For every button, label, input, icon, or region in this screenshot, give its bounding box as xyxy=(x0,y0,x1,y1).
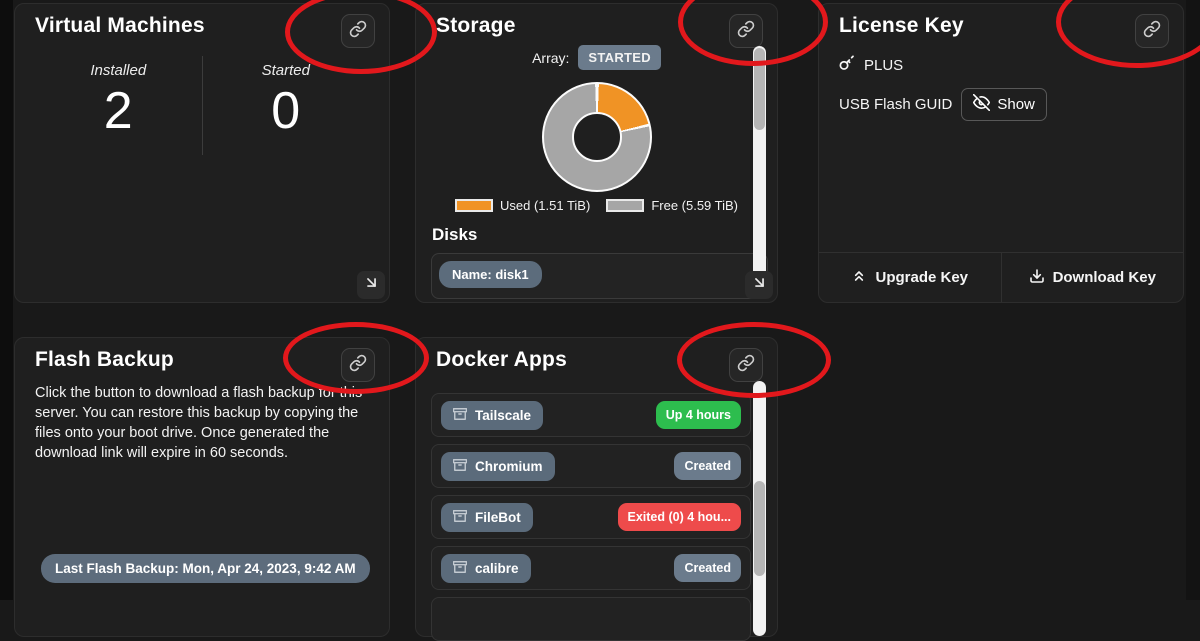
docker-apps-title: Docker Apps xyxy=(436,348,567,372)
docker-app-name: calibre xyxy=(475,561,519,576)
vm-started-label: Started xyxy=(203,62,370,79)
container-icon xyxy=(453,407,467,424)
docker-status-badge: Created xyxy=(674,452,741,480)
storage-card: Storage Array: STARTED Used (1.51 TiB) F… xyxy=(415,3,778,303)
upgrade-key-button[interactable]: Upgrade Key xyxy=(819,253,1001,302)
docker-app-pill[interactable]: calibre xyxy=(441,554,531,583)
docker-scrollbar[interactable] xyxy=(753,381,766,636)
upgrade-key-label: Upgrade Key xyxy=(875,269,968,286)
container-icon xyxy=(453,560,467,577)
link-icon xyxy=(1143,20,1161,43)
docker-status-badge: Up 4 hours xyxy=(656,401,741,429)
storage-scrollbar[interactable] xyxy=(753,46,766,299)
docker-app-row[interactable]: Tailscale Up 4 hours xyxy=(431,393,751,437)
storage-link-button[interactable] xyxy=(729,14,763,48)
docker-app-pill[interactable]: Chromium xyxy=(441,452,555,481)
vm-started-value: 0 xyxy=(203,81,370,141)
docker-app-name: Tailscale xyxy=(475,408,531,423)
key-icon xyxy=(839,55,855,75)
docker-app-name: FileBot xyxy=(475,510,521,525)
link-icon xyxy=(737,354,755,377)
disk-name-badge: Name: disk1 xyxy=(439,261,542,288)
storage-resize-handle[interactable] xyxy=(745,271,773,299)
container-icon xyxy=(453,509,467,526)
disks-heading: Disks xyxy=(432,225,477,245)
docker-app-name: Chromium xyxy=(475,459,543,474)
legend-item-free: Free (5.59 TiB) xyxy=(606,198,738,213)
last-flash-backup-badge: Last Flash Backup: Mon, Apr 24, 2023, 9:… xyxy=(41,554,370,583)
download-icon xyxy=(1029,268,1045,288)
virtual-machines-title: Virtual Machines xyxy=(35,14,205,38)
docker-app-row-partial[interactable] xyxy=(431,597,751,641)
free-swatch xyxy=(606,199,644,212)
link-icon xyxy=(349,354,367,377)
download-key-button[interactable]: Download Key xyxy=(1001,253,1184,302)
page-left-gutter xyxy=(0,0,13,600)
arrow-down-right-icon xyxy=(751,274,768,296)
docker-app-row[interactable]: Chromium Created xyxy=(431,444,751,488)
docker-app-pill[interactable]: Tailscale xyxy=(441,401,543,430)
container-icon xyxy=(453,458,467,475)
storage-chart-legend: Used (1.51 TiB) Free (5.59 TiB) xyxy=(416,198,777,213)
array-status-row: Array: STARTED xyxy=(416,45,777,70)
docker-app-pill[interactable]: FileBot xyxy=(441,503,533,532)
docker-apps-list: Tailscale Up 4 hours Chromium Created Fi… xyxy=(431,393,751,597)
vm-resize-handle[interactable] xyxy=(357,271,385,299)
license-tier-row: PLUS xyxy=(839,55,903,75)
eye-off-icon xyxy=(973,94,990,115)
docker-app-row[interactable]: FileBot Exited (0) 4 hou... xyxy=(431,495,751,539)
virtual-machines-link-button[interactable] xyxy=(341,14,375,48)
array-label: Array: xyxy=(532,50,569,66)
flash-backup-card: Flash Backup Click the button to downloa… xyxy=(14,337,390,637)
legend-item-used: Used (1.51 TiB) xyxy=(455,198,590,213)
license-key-link-button[interactable] xyxy=(1135,14,1169,48)
docker-status-badge: Exited (0) 4 hou... xyxy=(618,503,742,531)
page-right-gutter xyxy=(1186,0,1200,600)
license-key-card: License Key PLUS USB Flash GUID Show Upg… xyxy=(818,3,1184,303)
show-guid-label: Show xyxy=(997,96,1035,113)
link-icon xyxy=(737,20,755,43)
vm-installed-label: Installed xyxy=(35,62,202,79)
docker-scrollbar-thumb[interactable] xyxy=(754,481,765,576)
storage-scrollbar-thumb[interactable] xyxy=(754,48,765,130)
license-guid-row: USB Flash GUID Show xyxy=(839,88,1047,121)
used-swatch xyxy=(455,199,493,212)
docker-apps-card: Docker Apps Tailscale Up 4 hours Chromiu… xyxy=(415,337,778,637)
virtual-machines-card: Virtual Machines Installed 2 Started 0 xyxy=(14,3,390,303)
docker-apps-link-button[interactable] xyxy=(729,348,763,382)
vm-started-stat: Started 0 xyxy=(202,56,370,155)
license-key-title: License Key xyxy=(839,14,964,38)
legend-free-label: Free (5.59 TiB) xyxy=(651,198,738,213)
legend-used-label: Used (1.51 TiB) xyxy=(500,198,590,213)
license-tier-label: PLUS xyxy=(864,57,903,74)
vm-installed-stat: Installed 2 xyxy=(35,56,202,155)
link-icon xyxy=(349,20,367,43)
license-footer: Upgrade Key Download Key xyxy=(819,252,1183,302)
guid-label: USB Flash GUID xyxy=(839,96,952,113)
array-status-badge: STARTED xyxy=(578,45,661,70)
disk-list-item[interactable]: Name: disk1 xyxy=(431,253,768,299)
vm-installed-value: 2 xyxy=(35,81,202,141)
docker-app-row[interactable]: calibre Created xyxy=(431,546,751,590)
storage-title: Storage xyxy=(436,14,516,38)
chevrons-up-icon xyxy=(851,268,867,288)
download-key-label: Download Key xyxy=(1053,269,1156,286)
storage-usage-donut-chart xyxy=(542,82,652,192)
flash-backup-link-button[interactable] xyxy=(341,348,375,382)
flash-backup-description: Click the button to download a flash bac… xyxy=(35,383,387,463)
docker-status-badge: Created xyxy=(674,554,741,582)
show-guid-button[interactable]: Show xyxy=(961,88,1047,121)
arrow-down-right-icon xyxy=(363,274,380,296)
vm-stats: Installed 2 Started 0 xyxy=(35,56,369,155)
flash-backup-title: Flash Backup xyxy=(35,348,174,372)
